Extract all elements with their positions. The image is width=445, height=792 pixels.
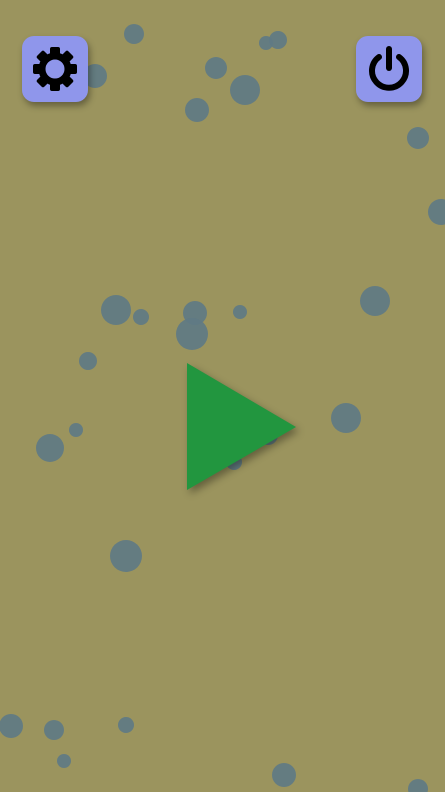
bubble [0,714,23,738]
bubble [79,352,97,370]
bubble [101,295,131,325]
play-icon [184,360,300,494]
bubble [233,305,247,319]
bubble [331,403,361,433]
power-icon [363,43,415,95]
bubble [118,717,134,733]
power-button[interactable] [356,36,422,102]
bubble [205,57,227,79]
bubble [44,720,64,740]
bubble [110,540,142,572]
bubble [36,434,64,462]
bubble [407,127,429,149]
bubble [69,423,83,437]
bubble [272,763,296,787]
bubble [428,199,445,225]
bubble [133,309,149,325]
gear-icon [30,44,80,94]
settings-button[interactable] [22,36,88,102]
bubble [360,286,390,316]
bubble [124,24,144,44]
play-button[interactable] [184,360,300,494]
bubble [185,98,209,122]
game-screen [0,0,445,792]
bubble [408,779,428,792]
bubble [230,75,260,105]
bubble [269,31,287,49]
bubble [176,318,208,350]
bubble [57,754,71,768]
